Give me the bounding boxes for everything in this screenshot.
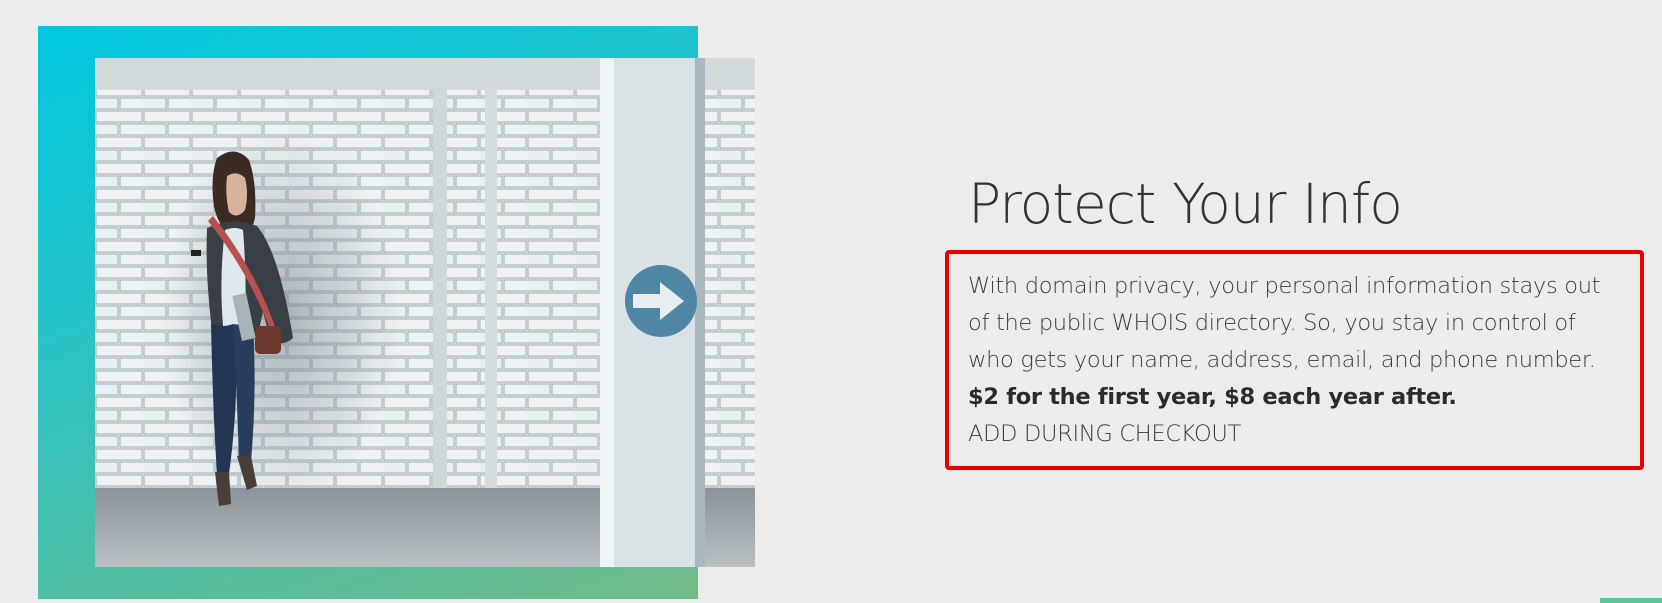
photo-woman-brick-wall (95, 58, 755, 567)
description-line: who gets your name, address, email, and … (968, 347, 1596, 373)
hero-photo (95, 58, 755, 567)
arrow-right-icon (625, 265, 697, 337)
description-line: With domain privacy, your personal infor… (968, 273, 1601, 299)
description-block: With domain privacy, your personal infor… (968, 268, 1628, 453)
description-line: of the public WHOIS directory. So, you s… (968, 310, 1576, 336)
add-during-checkout-link[interactable]: ADD DURING CHECKOUT (968, 416, 1628, 453)
price-text: $2 for the first year, $8 each year afte… (968, 384, 1457, 410)
content-block: Protect Your Info (968, 168, 1648, 240)
decorative-accent-bar (1600, 598, 1662, 603)
section-title: Protect Your Info (968, 172, 1403, 236)
